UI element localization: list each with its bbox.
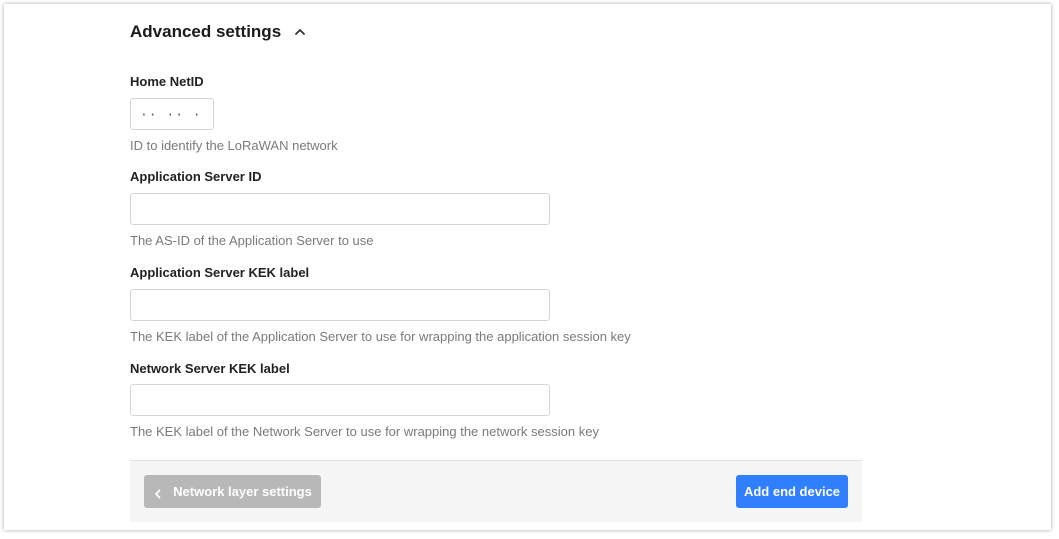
add-end-device-button[interactable]: Add end device — [736, 475, 848, 508]
chevron-left-icon — [153, 487, 163, 498]
application-server-id-label: Application Server ID — [130, 169, 262, 184]
home-netid-field: Home NetID ID to identify the LoRaWAN ne… — [130, 74, 338, 153]
application-server-id-description: The AS-ID of the Application Server to u… — [130, 233, 374, 248]
form-panel: Advanced settings Home NetID ID to ident… — [4, 4, 1051, 530]
chevron-up-icon — [293, 25, 307, 39]
network-layer-settings-button[interactable]: Network layer settings — [144, 475, 321, 508]
home-netid-description: ID to identify the LoRaWAN network — [130, 138, 338, 153]
network-server-kek-label-label: Network Server KEK label — [130, 361, 290, 376]
network-server-kek-label-field: Network Server KEK label The KEK label o… — [130, 361, 599, 439]
section-title: Advanced settings — [130, 22, 282, 41]
application-server-kek-label-description: The KEK label of the Application Server … — [130, 329, 631, 344]
application-server-id-input[interactable] — [130, 193, 550, 225]
network-layer-settings-label: Network layer settings — [173, 484, 312, 499]
application-server-kek-label-label: Application Server KEK label — [130, 265, 310, 280]
application-server-id-field: Application Server ID The AS-ID of the A… — [130, 169, 550, 248]
form-footer: Network layer settings Add end device — [130, 460, 862, 522]
network-server-kek-label-input[interactable] — [130, 384, 550, 416]
advanced-settings-toggle[interactable]: Advanced settings — [130, 22, 307, 42]
home-netid-input[interactable] — [130, 98, 214, 130]
application-server-kek-label-input[interactable] — [130, 289, 550, 321]
home-netid-label: Home NetID — [130, 74, 204, 89]
network-server-kek-label-description: The KEK label of the Network Server to u… — [130, 424, 599, 439]
application-server-kek-label-field: Application Server KEK label The KEK lab… — [130, 265, 631, 344]
